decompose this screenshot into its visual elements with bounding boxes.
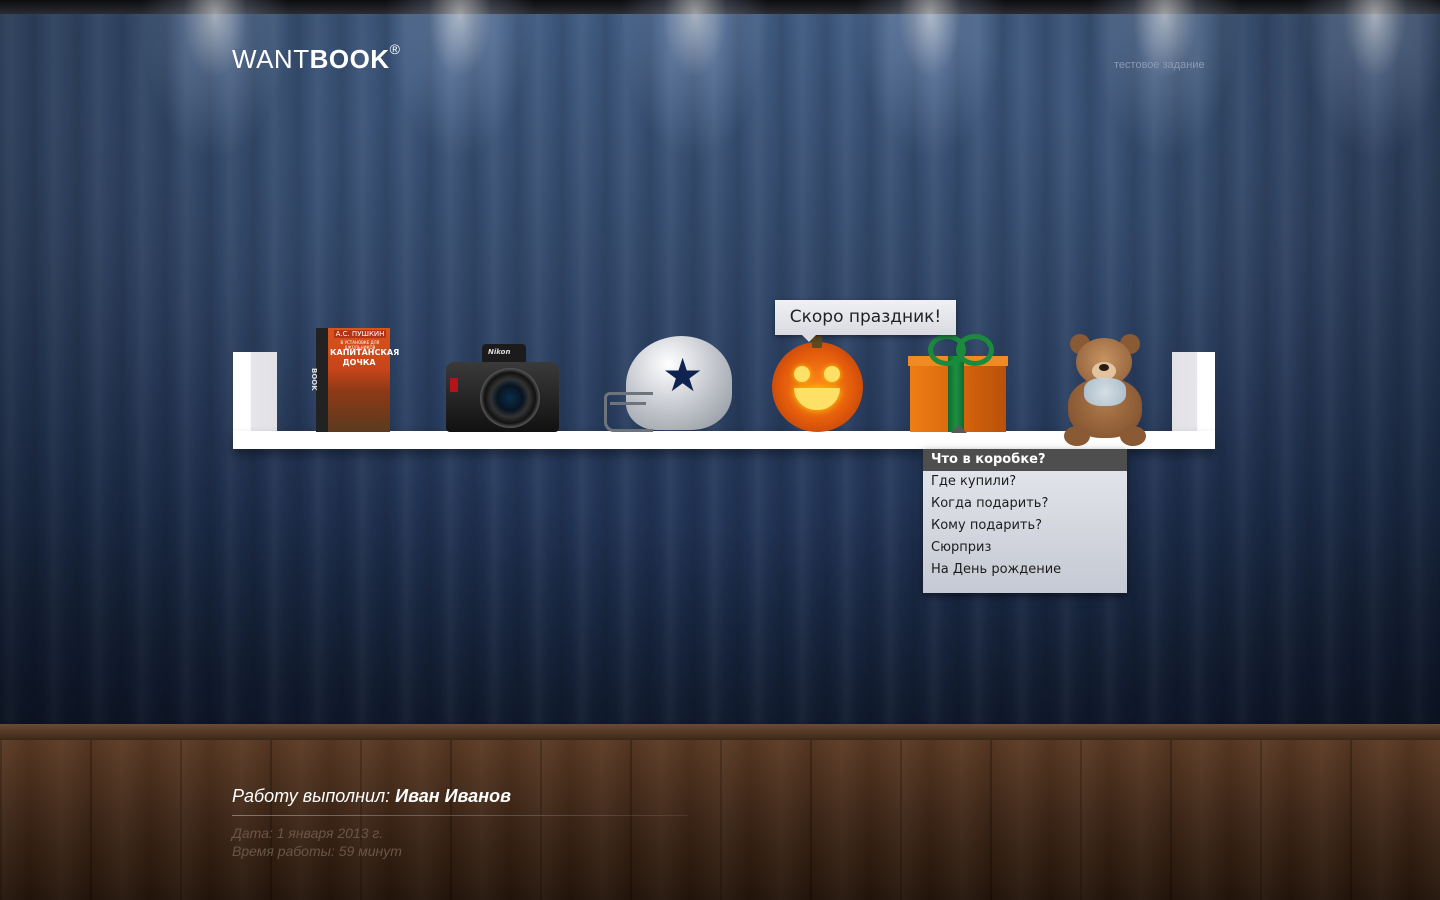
book-spine: BOOK [310, 328, 328, 432]
pumpkin-eye-left [794, 366, 810, 382]
book-spine-label: BOOK [310, 368, 318, 391]
menu-item-birthday[interactable]: На День рождение [923, 559, 1127, 581]
menu-item-where-bought[interactable]: Где купили? [923, 471, 1127, 493]
shelf-left-bracket [233, 352, 277, 432]
camera-lens [480, 368, 540, 428]
star-icon: ★ [662, 348, 704, 402]
bear-nose [1099, 364, 1109, 371]
baseboard [0, 724, 1440, 740]
registered-mark: ® [389, 41, 401, 58]
test-task-link[interactable]: тестовое задание [1114, 59, 1205, 71]
bear-scarf [1084, 378, 1126, 406]
bear-foot-left [1064, 426, 1090, 446]
gift-bow-icon [928, 334, 994, 366]
shelf-item-teddy-bear[interactable] [1054, 334, 1158, 452]
camera-grip-accent [450, 378, 458, 392]
spotlight [1300, 0, 1440, 160]
camera-brand: Nikon [488, 348, 511, 356]
pumpkin-eye-right [824, 366, 840, 382]
credits-prefix: Работу выполнил: [232, 786, 396, 806]
menu-item-whats-in-box[interactable]: Что в коробке? [923, 449, 1127, 471]
shelf-right-bracket [1172, 352, 1215, 432]
date-text: Дата: 1 января 2013 г. [232, 825, 384, 841]
bow-loop-right [956, 334, 994, 366]
tooltip-arrow [802, 335, 816, 342]
menu-pointer-arrow [951, 425, 967, 433]
spotlight [385, 0, 535, 160]
spotlight [140, 0, 290, 160]
work-time-text: Время работы: 59 минут [232, 843, 402, 859]
credits: Работу выполнил: Иван Иванов [232, 786, 511, 807]
gift-ribbon [948, 356, 964, 432]
footer-divider [232, 815, 688, 816]
book-author: А.С. ПУШКИН [334, 330, 386, 338]
helmet-facemask [604, 392, 653, 432]
logo[interactable]: WANTBOOK® [232, 41, 401, 75]
book-title: КАПИТАНСКАЯ ДОЧКА [330, 348, 400, 367]
spotlight [855, 0, 1005, 160]
spotlight [620, 0, 770, 160]
wooden-floor [0, 740, 1440, 900]
gift-context-menu: Что в коробке? Где купили? Когда подарит… [923, 449, 1127, 593]
logo-text-book: BOOK [309, 44, 390, 74]
spotlight [1090, 0, 1240, 160]
shelf-item-helmet[interactable]: ★ [604, 336, 732, 432]
pumpkin-body [772, 342, 863, 432]
bear-foot-right [1120, 426, 1146, 446]
menu-item-when-to-give[interactable]: Когда подарить? [923, 493, 1127, 515]
shelf-item-gift[interactable] [908, 334, 1012, 432]
holiday-tooltip: Скоро праздник! [775, 300, 956, 335]
menu-item-whom-to-give[interactable]: Кому подарить? [923, 515, 1127, 537]
shelf-item-book[interactable]: BOOK А.С. ПУШКИН В УСТАНОВКЕ ДЛЯ ШКОЛЬНИ… [310, 328, 400, 432]
helmet-facemask-bar [610, 402, 646, 405]
menu-item-surprise[interactable]: Сюрприз [923, 537, 1127, 559]
shelf-item-camera[interactable]: Nikon [446, 342, 559, 432]
shelf-item-pumpkin[interactable] [772, 336, 863, 432]
logo-text-want: WANT [232, 44, 310, 74]
credits-author-name: Иван Иванов [395, 786, 511, 806]
